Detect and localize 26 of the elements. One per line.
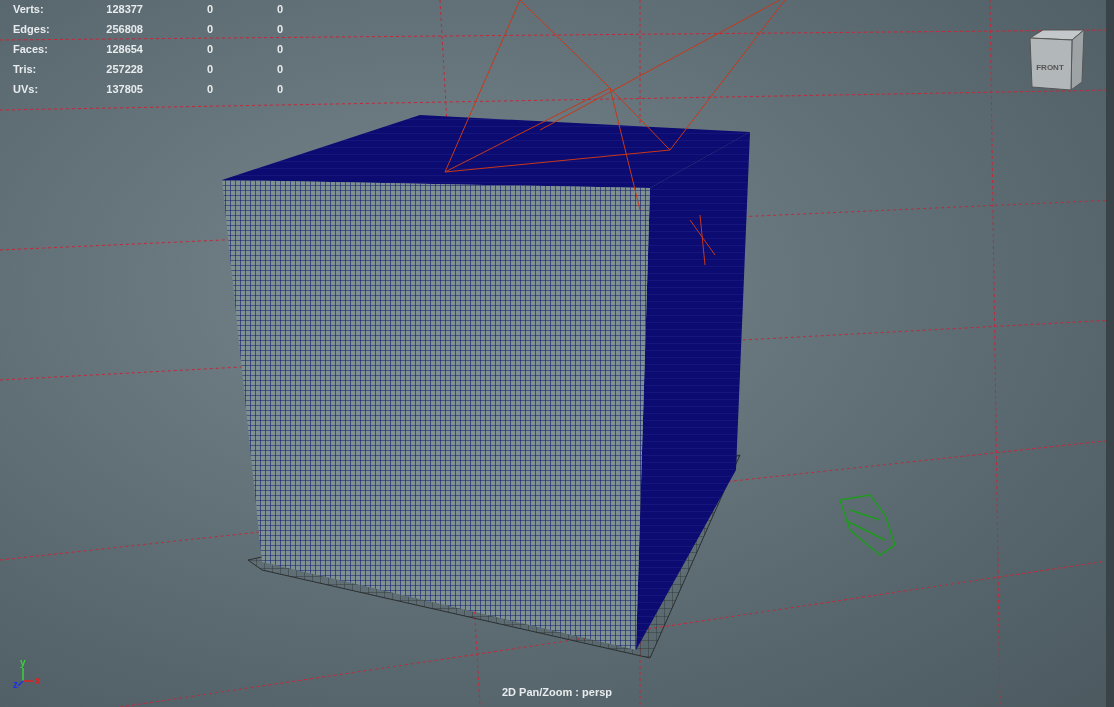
stat-value: 128654 [105,42,143,57]
axis-label: z [13,679,18,690]
axis-label: y [20,657,26,668]
stat-value: 0 [205,42,213,57]
wireframe-object-drawing [839,494,896,556]
stat-value: 256808 [105,22,143,37]
stat-value: 0 [205,82,213,97]
axis-gizmo-icon [17,667,34,687]
stat-value: 0 [275,2,283,17]
stat-label: Verts: [13,2,45,17]
stat-value: 0 [275,42,283,57]
stat-label: Edges: [13,22,51,37]
stat-label: Faces: [13,42,49,57]
axis-label: x [35,675,41,686]
stat-value: 0 [205,62,213,77]
stat-value: 128377 [105,2,143,17]
stat-value: 0 [205,22,213,37]
stat-value: 257228 [105,62,143,77]
stat-label: Tris: [13,62,38,77]
stat-value: 0 [205,2,213,17]
stat-label: UVs: [13,82,40,97]
viewport-status-text: 2D Pan/Zoom : persp [502,684,612,700]
stat-value: 0 [275,82,283,97]
stat-value: 137805 [105,82,143,97]
stat-value: 0 [275,62,283,77]
stat-value: 0 [275,22,283,37]
